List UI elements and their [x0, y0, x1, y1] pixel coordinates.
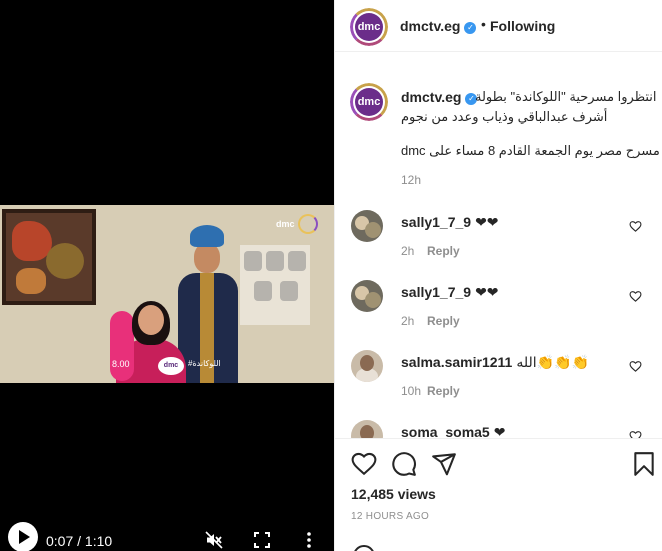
post-timestamp[interactable]: 12 HOURS AGO [351, 511, 429, 522]
instagram-post-modal: dmc 8.00 dmc #اللوكاندة 0:07 / 1:10 dmc … [0, 0, 662, 551]
heart-outline-icon[interactable] [351, 451, 377, 477]
video-time: 0:07 / 1:10 [46, 533, 113, 549]
caption-timestamp[interactable]: 12h [401, 173, 421, 187]
scene-painting [2, 209, 96, 305]
caption-avatar[interactable]: dmc [350, 83, 388, 121]
comment-username[interactable]: sally1_7_9 ❤❤ [401, 284, 499, 301]
comments-scroll-area[interactable]: dmc dmctv.eg ✓ انتظروا مسرحية "اللوكاندة"… [335, 53, 662, 438]
reply-button[interactable]: Reply [427, 314, 460, 328]
view-count[interactable]: 12,485 views [351, 486, 436, 502]
comment-time[interactable]: 2h [401, 244, 414, 258]
header-username[interactable]: dmctv.eg ✓ [400, 18, 477, 34]
comment-like-icon[interactable] [629, 360, 642, 372]
bookmark-icon[interactable] [631, 451, 657, 477]
promo-time: 8.00 [112, 359, 130, 369]
video-player[interactable]: dmc 8.00 dmc #اللوكاندة 0:07 / 1:10 [0, 0, 334, 551]
comment-like-icon[interactable] [629, 430, 642, 438]
comment-like-icon[interactable] [629, 220, 642, 232]
comment-text: ❤❤ [475, 214, 499, 230]
channel-watermark: dmc [276, 219, 295, 229]
emoji-icon[interactable] [353, 545, 375, 551]
speech-bubble-icon[interactable] [391, 451, 417, 477]
play-button[interactable] [8, 522, 38, 551]
vertical-dots-icon[interactable] [304, 531, 314, 549]
paper-plane-icon[interactable] [431, 451, 457, 477]
comment-username[interactable]: sally1_7_9 ❤❤ [401, 214, 499, 231]
comment-text: ❤ [493, 424, 506, 438]
comment-username[interactable]: salma.samir1211 الله👏👏👏 [401, 354, 589, 371]
promo-logo: dmc [158, 357, 184, 375]
caption-text-line-2: أشرف عبدالباقي وذياب وعدد من نجوم [401, 109, 608, 124]
fullscreen-icon[interactable] [254, 532, 270, 548]
comment-item: sally1_7_9 ❤❤ 2h Reply [335, 280, 662, 350]
caption-text-line-1: انتظروا مسرحية "اللوكاندة" بطولة [475, 89, 657, 104]
caption-text-line-3: مسرح مصر يوم الجمعة القادم 8 مساء على dm… [401, 143, 660, 158]
commenter-avatar[interactable] [351, 420, 383, 438]
comment-like-icon[interactable] [629, 290, 642, 302]
verified-badge-icon: ✓ [464, 22, 477, 34]
speaker-muted-icon[interactable] [205, 531, 223, 549]
comment-item: salma.samir1211 الله👏👏👏 10h Reply [335, 350, 662, 420]
header-separator: • [481, 16, 486, 32]
promo-lower-third: 8.00 dmc #اللوكاندة [112, 355, 232, 377]
post-header: dmc dmctv.eg ✓ • Following [335, 0, 662, 52]
comment-time[interactable]: 2h [401, 314, 414, 328]
avatar-logo: dmc [355, 13, 383, 41]
comment-item: sally1_7_9 ❤❤ 2h Reply [335, 210, 662, 280]
following-button[interactable]: Following [490, 18, 555, 34]
video-frame[interactable]: dmc 8.00 dmc #اللوكاندة [0, 205, 334, 383]
commenter-avatar[interactable] [351, 210, 383, 242]
watermark-ring-icon [298, 214, 318, 234]
caption-username[interactable]: dmctv.eg ✓ [401, 89, 478, 105]
post-actions: 12,485 views 12 HOURS AGO [335, 438, 662, 551]
comment-text: ❤❤ [475, 284, 499, 300]
avatar[interactable]: dmc [350, 8, 388, 46]
scene-shelf [240, 245, 310, 325]
commenter-avatar[interactable] [351, 350, 383, 382]
comment-item: soma_soma5 ❤ [335, 420, 662, 438]
commenter-avatar[interactable] [351, 280, 383, 312]
avatar-logo: dmc [355, 88, 383, 116]
comment-text: الله👏👏👏 [516, 354, 589, 370]
reply-button[interactable]: Reply [427, 384, 460, 398]
comment-username[interactable]: soma_soma5 ❤ [401, 424, 505, 438]
comment-time[interactable]: 10h [401, 384, 421, 398]
post-side-panel: dmc dmctv.eg ✓ • Following dmc dmctv.eg ✓ … [334, 0, 662, 551]
promo-hashtag: #اللوكاندة [188, 359, 221, 368]
reply-button[interactable]: Reply [427, 244, 460, 258]
